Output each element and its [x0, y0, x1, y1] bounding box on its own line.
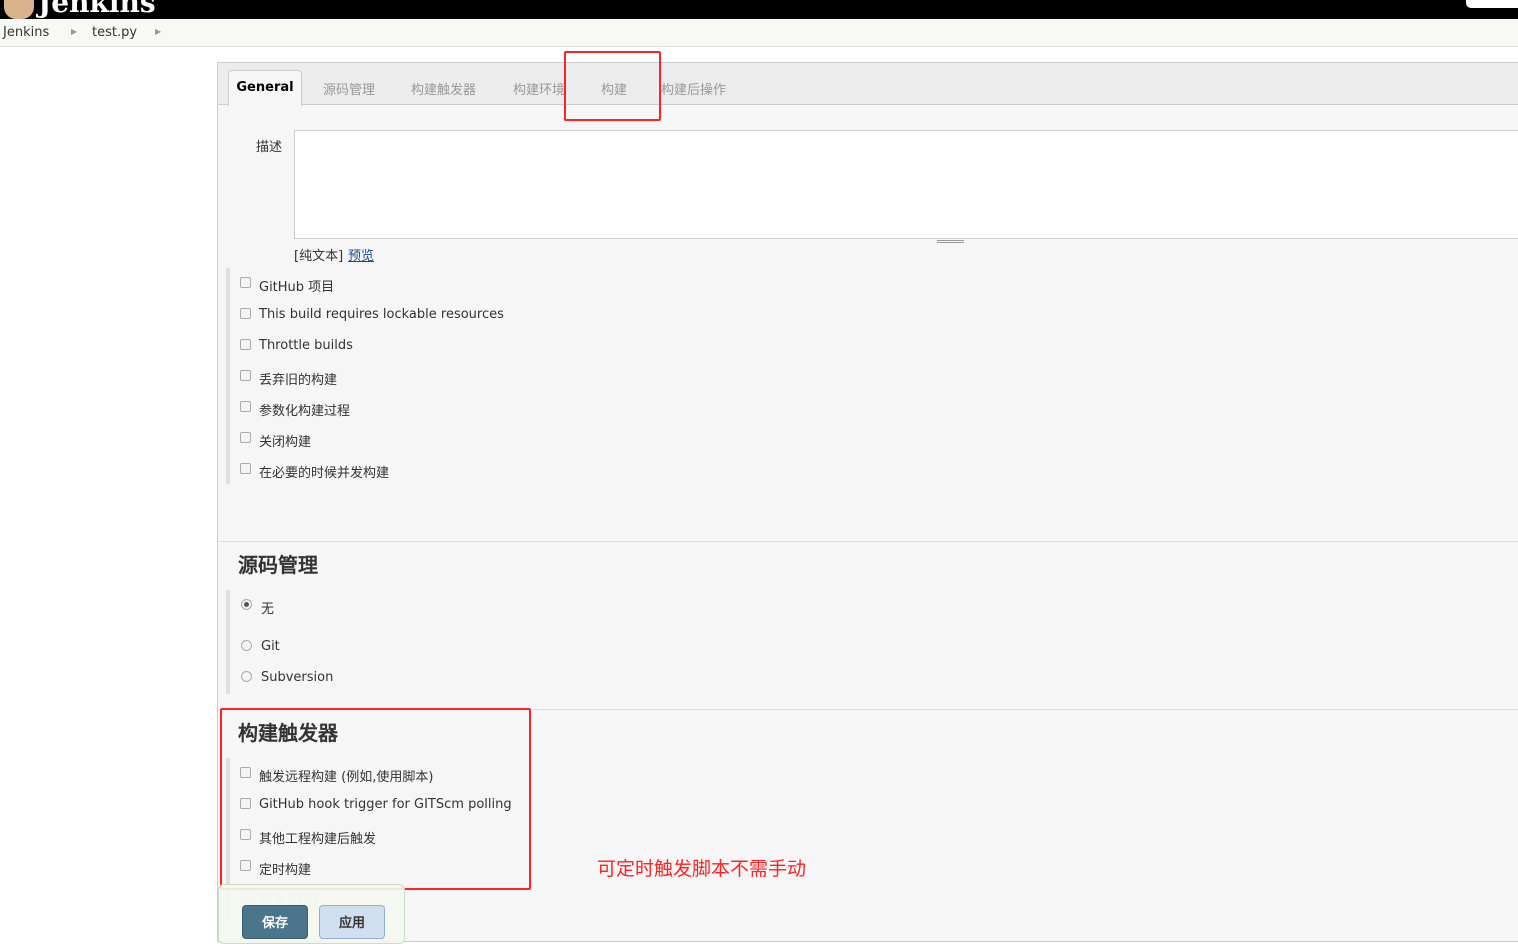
highlight-box — [220, 708, 531, 890]
scm-svn-label: Subversion — [261, 670, 334, 685]
option-checkbox[interactable] — [240, 308, 251, 319]
option-checkbox[interactable] — [240, 339, 251, 350]
tab-triggers[interactable]: 构建触发器 — [411, 79, 476, 98]
chevron-right-icon[interactable]: ▶ — [155, 27, 161, 36]
option-checkbox[interactable] — [240, 277, 251, 288]
option-label: Throttle builds — [259, 338, 353, 353]
tab-general[interactable]: General — [228, 70, 302, 106]
section-bar — [226, 268, 230, 484]
annotation-text: 可定时触发脚本不需手动 — [597, 858, 807, 880]
scm-git-label: Git — [261, 639, 280, 654]
description-label: 描述 — [256, 140, 283, 155]
jenkins-logo-icon[interactable] — [4, 0, 34, 19]
section-bar — [226, 590, 230, 694]
option-checkbox[interactable] — [240, 463, 251, 474]
plain-text-label: [纯文本] — [294, 249, 344, 264]
scm-none-label: 无 — [261, 602, 275, 617]
resize-handle[interactable] — [937, 240, 964, 243]
tab-scm[interactable]: 源码管理 — [323, 79, 375, 98]
scm-svn-radio[interactable] — [241, 671, 252, 682]
scm-none-radio[interactable] — [241, 599, 252, 610]
description-textarea[interactable] — [294, 130, 1518, 239]
breadcrumb-job[interactable]: test.py — [92, 25, 137, 40]
header: Jenkins — [0, 0, 1518, 19]
breadcrumb: Jenkins ▶ test.py ▶ — [0, 19, 1518, 47]
logo-text[interactable]: Jenkins — [38, 0, 156, 19]
chevron-right-icon[interactable]: ▶ — [71, 27, 77, 36]
preview-link[interactable]: 预览 — [348, 245, 374, 264]
breadcrumb-jenkins[interactable]: Jenkins — [3, 25, 49, 40]
option-label: 在必要的时候并发构建 — [259, 466, 390, 481]
option-checkbox[interactable] — [240, 370, 251, 381]
option-label: 关闭构建 — [259, 435, 312, 450]
scm-git-radio[interactable] — [241, 640, 252, 651]
option-checkbox[interactable] — [240, 401, 251, 412]
tab-environment[interactable]: 构建环境 — [513, 79, 565, 98]
scm-heading: 源码管理 — [238, 553, 318, 577]
option-label: GitHub 项目 — [259, 280, 335, 295]
option-label: This build requires lockable resources — [259, 307, 504, 322]
option-label: 参数化构建过程 — [259, 404, 351, 419]
search-input[interactable] — [1466, 0, 1518, 8]
option-checkbox[interactable] — [240, 432, 251, 443]
tab-post-build[interactable]: 构建后操作 — [661, 79, 726, 98]
option-label: 丢弃旧的构建 — [259, 373, 338, 388]
highlight-box — [564, 51, 661, 121]
divider — [218, 541, 1518, 542]
